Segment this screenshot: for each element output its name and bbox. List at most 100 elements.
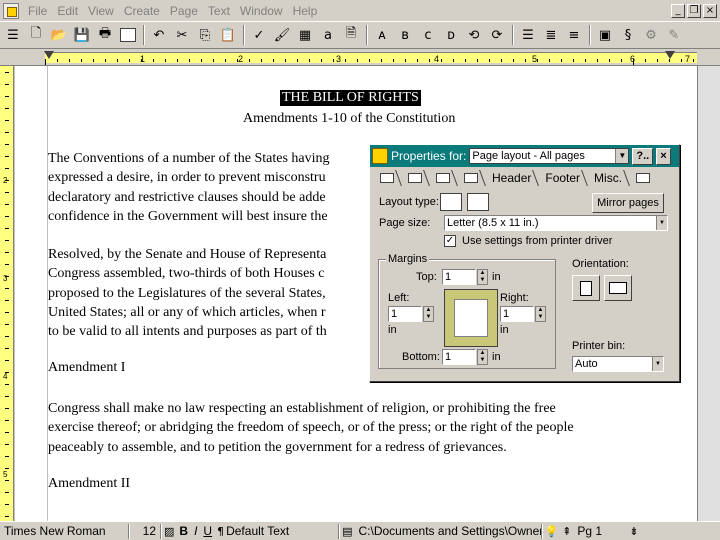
tab-header[interactable]: Header: [488, 169, 535, 187]
tab-symbol[interactable]: [632, 169, 654, 187]
format-c-icon[interactable]: ᴄ: [417, 24, 439, 46]
ruler-tick: [597, 59, 598, 62]
portrait-button[interactable]: [572, 275, 600, 301]
text-style-icon[interactable]: a: [317, 24, 339, 46]
dialog-close-button[interactable]: ×: [656, 147, 671, 165]
format-a-icon[interactable]: ᴀ: [371, 24, 393, 46]
print-preview-icon[interactable]: [117, 24, 139, 46]
printer-bin-select[interactable]: Auto ▼: [572, 356, 664, 372]
menu-view[interactable]: View: [83, 4, 119, 18]
single-page-layout-icon[interactable]: [440, 193, 462, 211]
facing-pages-layout-icon[interactable]: [467, 193, 489, 211]
bold-toggle[interactable]: B: [176, 523, 191, 540]
new-document-icon[interactable]: 🗋: [25, 24, 47, 46]
format-d-icon[interactable]: ᴅ: [440, 24, 462, 46]
open-folder-icon[interactable]: 📂: [48, 24, 70, 46]
document-title: THE BILL OF RIGHTS: [280, 90, 421, 106]
font-size-field[interactable]: 12: [130, 523, 160, 540]
properties-target-select[interactable]: Page layout - All pages ▼: [469, 148, 630, 164]
undo-icon[interactable]: ↶: [148, 24, 170, 46]
help-button[interactable]: ?..: [632, 147, 654, 165]
menu-icon[interactable]: ☰: [2, 24, 24, 46]
left-margin-marker[interactable]: [44, 51, 54, 59]
outline-list-icon[interactable]: ≡: [563, 24, 585, 46]
hint-bulb-icon[interactable]: 💡: [545, 525, 559, 538]
paragraph-preamble: The Conventions of a number of the State…: [48, 149, 330, 226]
menu-edit[interactable]: Edit: [52, 4, 83, 18]
top-unit-label: in: [492, 271, 501, 283]
bullet-list-icon[interactable]: ☰: [517, 24, 539, 46]
horizontal-ruler[interactable]: 1 2 3 4 5 6 7: [0, 49, 720, 66]
menu-file[interactable]: File: [23, 4, 52, 18]
ruler-tick: [681, 59, 682, 62]
bottom-margin-spinner[interactable]: ▲ ▼: [477, 349, 488, 365]
menu-window[interactable]: Window: [235, 4, 288, 18]
mirror-pages-button[interactable]: Mirror pages: [592, 193, 664, 213]
numbered-list-icon[interactable]: ≣: [540, 24, 562, 46]
spell-check-icon[interactable]: ✓: [248, 24, 270, 46]
image-icon[interactable]: ▣: [594, 24, 616, 46]
symbol-tab-icon: [636, 172, 651, 183]
tab-misc[interactable]: Misc.: [590, 169, 626, 187]
ruler-tick: [561, 59, 562, 62]
paste-icon[interactable]: 📋: [217, 24, 239, 46]
tools-icon[interactable]: ✎: [663, 24, 685, 46]
ruler-tick: [525, 59, 526, 62]
left-margin-spinner[interactable]: ▲ ▼: [423, 306, 434, 322]
tab-footer[interactable]: Footer: [541, 169, 584, 187]
cut-icon[interactable]: ✂: [171, 24, 193, 46]
bottom-margin-input[interactable]: 1: [442, 349, 476, 365]
table-icon[interactable]: ▦: [294, 24, 316, 46]
save-icon[interactable]: 💾: [71, 24, 93, 46]
symbol-icon[interactable]: §: [617, 24, 639, 46]
vertical-scrollbar[interactable]: [697, 66, 720, 522]
ruler-tick: [501, 59, 502, 62]
top-margin-spinner[interactable]: ▲ ▼: [477, 269, 488, 285]
spell-status-icon[interactable]: ▤: [342, 525, 352, 538]
page-down-icon[interactable]: ⇟: [629, 525, 638, 538]
ruler-tick: [153, 59, 154, 62]
page-size-select[interactable]: Letter (8.5 x 11 in.) ▼: [444, 215, 668, 231]
close-window-button[interactable]: ×: [703, 3, 717, 18]
use-printer-settings-checkbox[interactable]: ✓: [444, 235, 456, 247]
ruler-tick: [5, 84, 9, 85]
dialog-titlebar[interactable]: Properties for: Page layout - All pages …: [370, 145, 679, 167]
menu-page[interactable]: Page: [165, 4, 203, 18]
page-content-preview: [454, 299, 488, 337]
left-margin-input[interactable]: 1: [388, 306, 422, 322]
menu-text[interactable]: Text: [203, 4, 235, 18]
right-margin-input[interactable]: 1: [500, 306, 534, 322]
page-layout-icon: [380, 172, 394, 183]
font-name-field[interactable]: Times New Roman: [0, 523, 128, 540]
left-margin-label: Left:: [388, 292, 410, 304]
color-icon[interactable]: ▨: [164, 525, 174, 538]
top-margin-input[interactable]: 1: [442, 269, 476, 285]
menu-help[interactable]: Help: [288, 4, 323, 18]
copy-icon[interactable]: ⎘: [194, 24, 216, 46]
rotate-right-icon[interactable]: ⟳: [486, 24, 508, 46]
ruler-tick: [5, 120, 9, 121]
ruler-tick: [5, 468, 9, 469]
format-b-icon[interactable]: ʙ: [394, 24, 416, 46]
brush-icon[interactable]: 🖌: [271, 24, 293, 46]
italic-toggle[interactable]: I: [191, 523, 200, 540]
landscape-button[interactable]: [604, 275, 632, 301]
minimize-button[interactable]: _: [671, 3, 685, 18]
ruler-tick: [441, 59, 442, 62]
app-icon[interactable]: [3, 2, 19, 19]
text-line: exercise thereof; or abridging the freed…: [48, 420, 574, 436]
page-up-icon[interactable]: ⇞: [562, 525, 571, 538]
rotate-left-icon[interactable]: ⟲: [463, 24, 485, 46]
restore-button[interactable]: ❐: [687, 3, 701, 18]
underline-toggle[interactable]: U: [200, 523, 215, 540]
ruler-tick: [453, 59, 454, 62]
menu-create[interactable]: Create: [119, 4, 165, 18]
right-margin-spinner[interactable]: ▲ ▼: [535, 306, 546, 322]
print-icon[interactable]: 🖶: [94, 24, 116, 46]
ruler-number: 7: [685, 54, 691, 64]
settings-icon[interactable]: ⚙: [640, 24, 662, 46]
text-line: to be valid to all intents and purposes …: [48, 324, 327, 340]
text-style-field[interactable]: Default Text: [226, 523, 338, 540]
right-margin-marker[interactable]: [665, 51, 675, 59]
page-icon[interactable]: 🗎: [340, 24, 362, 46]
